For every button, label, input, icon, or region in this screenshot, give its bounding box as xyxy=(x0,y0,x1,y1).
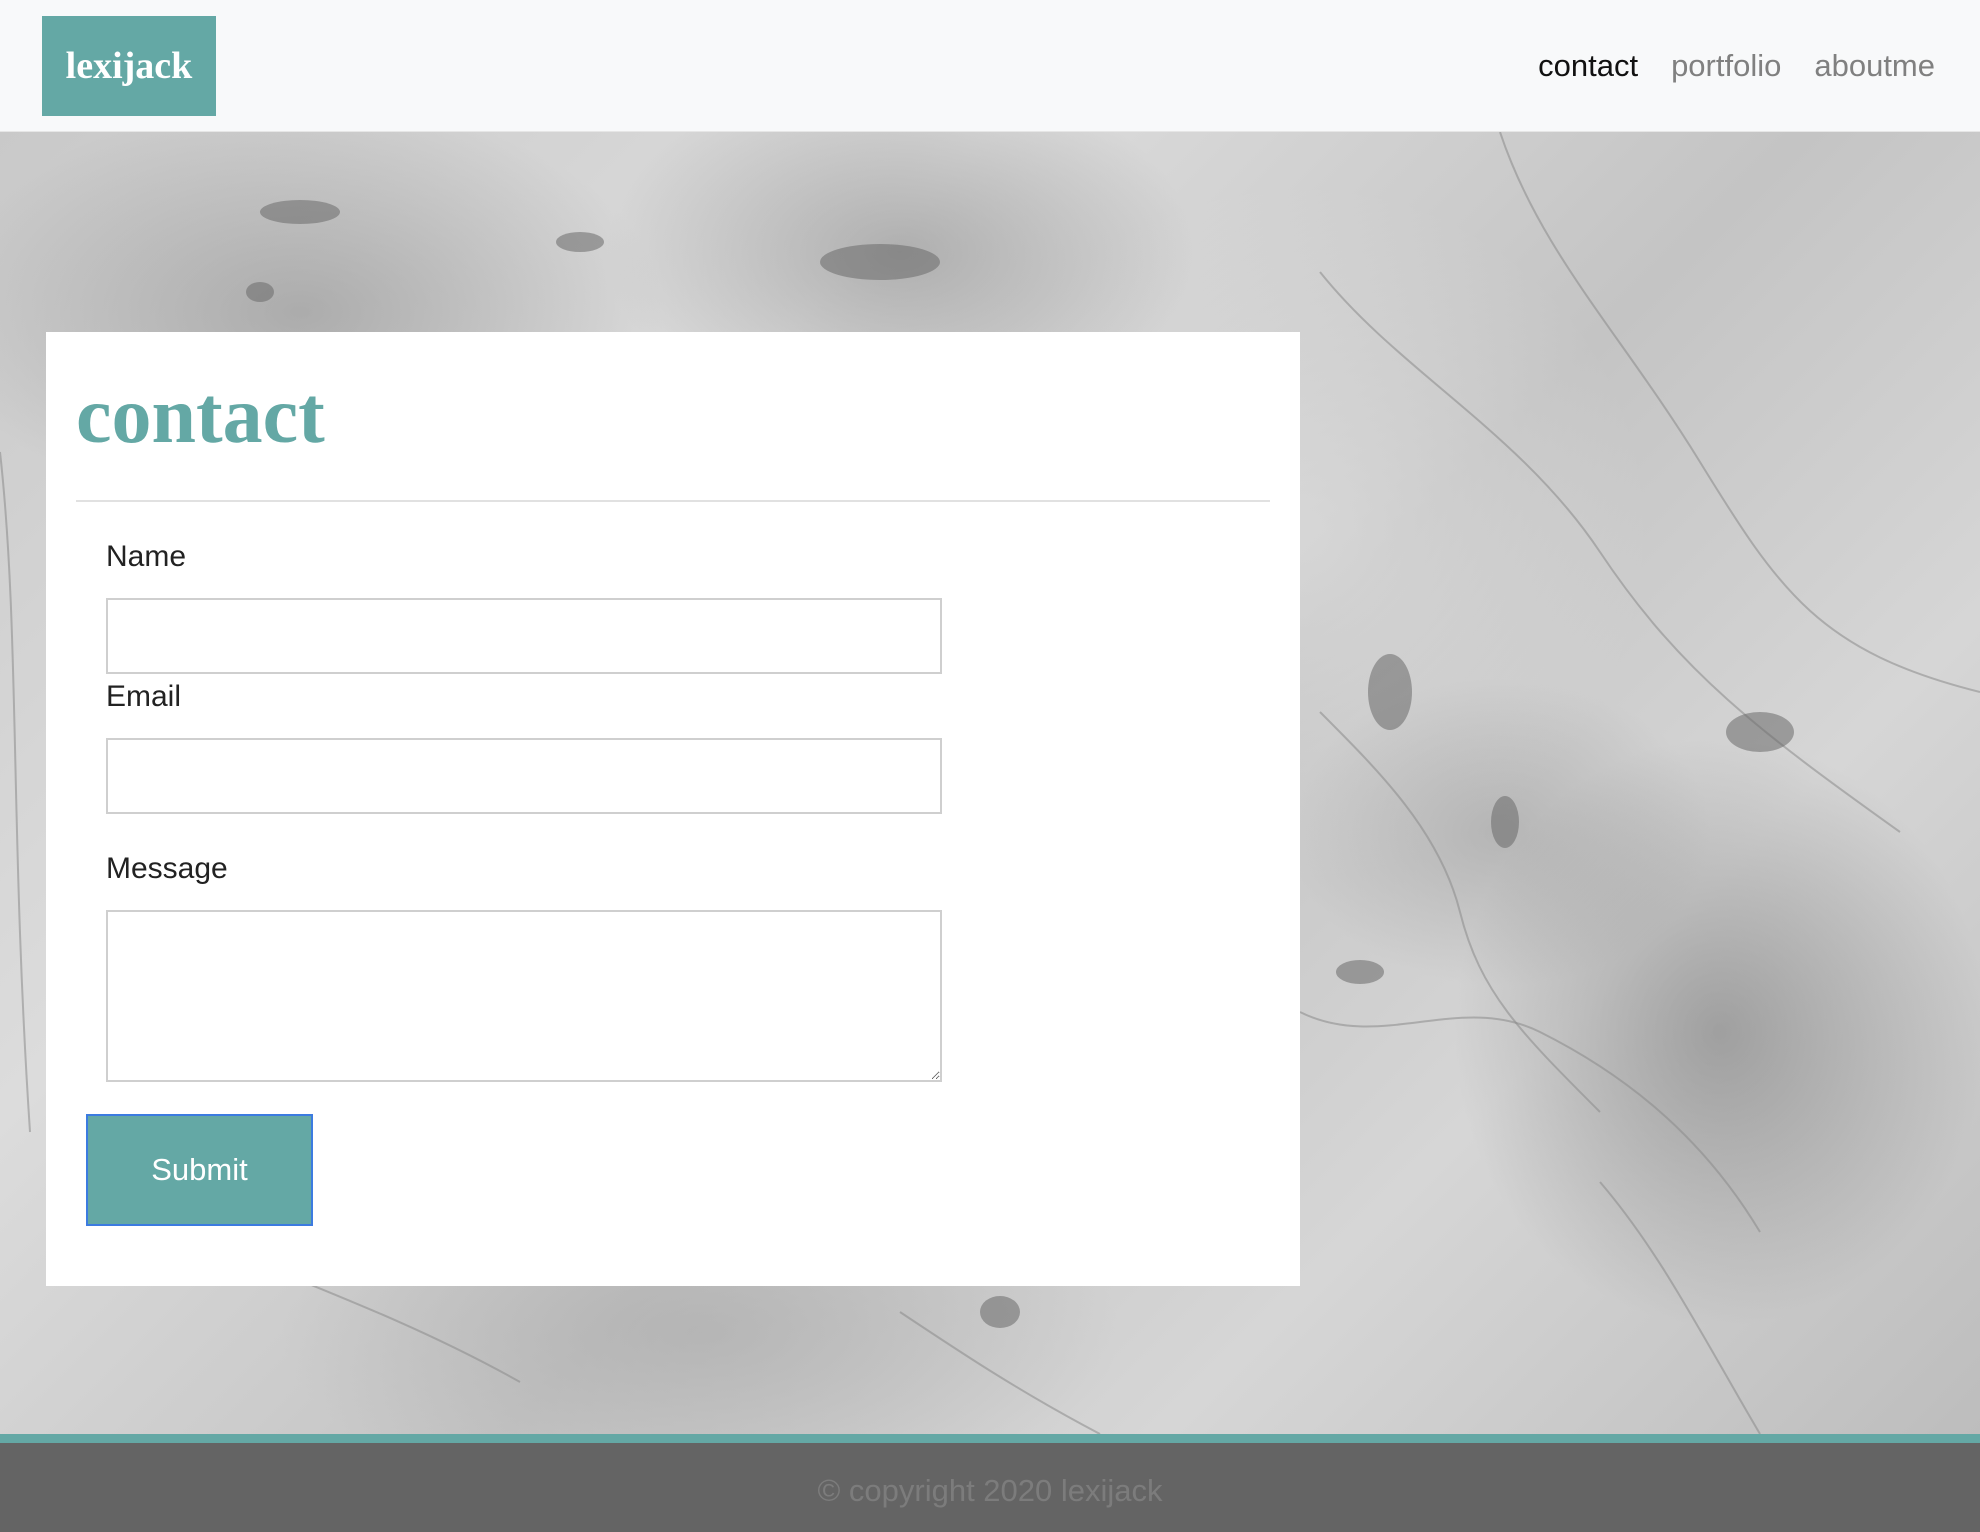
message-label: Message xyxy=(106,852,228,885)
page-footer: © copyright 2020 lexijack xyxy=(0,1434,1980,1532)
nav-link-contact[interactable]: contact xyxy=(1538,48,1638,84)
brand-logo[interactable]: lexijack xyxy=(42,16,216,116)
submit-button[interactable]: Submit xyxy=(86,1114,313,1226)
email-field[interactable] xyxy=(106,738,942,814)
nav-link-aboutme[interactable]: aboutme xyxy=(1814,48,1935,84)
top-navbar: lexijack contact portfolio aboutme xyxy=(0,0,1980,132)
name-field[interactable] xyxy=(106,598,942,674)
email-label: Email xyxy=(106,680,182,713)
message-textarea[interactable] xyxy=(106,910,942,1082)
name-label: Name xyxy=(106,540,187,573)
contact-card: contact Name Email Message Submit xyxy=(46,332,1300,1286)
page-title: contact xyxy=(76,372,325,460)
nav-link-portfolio[interactable]: portfolio xyxy=(1671,48,1781,84)
copyright-text: © copyright 2020 lexijack xyxy=(817,1473,1163,1508)
title-divider xyxy=(76,500,1270,502)
main-nav: contact portfolio aboutme xyxy=(1538,0,1935,132)
